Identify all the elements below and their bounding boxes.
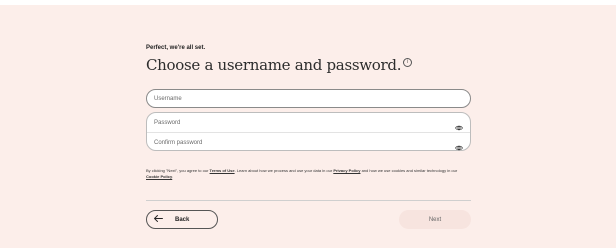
confirm-password-placeholder: Confirm password [154, 139, 203, 146]
page-title: Choose a username and password. [146, 56, 402, 74]
legal-notice: By clicking "Next", you agree to our Ter… [146, 168, 471, 180]
username-placeholder: Username [154, 95, 182, 102]
title-row: Choose a username and password. i [146, 55, 471, 75]
back-label: Back [175, 216, 190, 223]
step-eyebrow: Perfect, we're all set. [146, 45, 206, 51]
terms-of-use-link[interactable]: Terms of Use [210, 168, 235, 173]
confirm-password-field[interactable]: Confirm password [147, 133, 470, 152]
cookie-policy-link[interactable]: Cookie Policy [146, 174, 172, 179]
info-icon[interactable]: i [403, 58, 413, 67]
password-field[interactable]: Password [147, 113, 470, 132]
username-field[interactable]: Username [146, 89, 471, 108]
eye-icon[interactable] [455, 119, 463, 130]
legal-text: . Learn about how we process and use you… [234, 168, 334, 173]
password-field-group: Password Confirm password [146, 112, 471, 151]
legal-text: By clicking "Next", you agree to our [146, 168, 210, 173]
next-button[interactable]: Next [399, 210, 471, 229]
signup-step-container: Perfect, we're all set. Choose a usernam… [146, 44, 471, 229]
eye-icon[interactable] [455, 139, 463, 150]
footer-divider [146, 200, 471, 201]
arrow-left-icon [154, 215, 163, 224]
top-bar [0, 0, 616, 5]
step-navigation: Back Next [146, 210, 471, 229]
legal-text: . [172, 174, 174, 179]
next-label: Next [428, 216, 442, 223]
legal-text: and how we use cookies and similar techn… [360, 168, 458, 173]
password-placeholder: Password [154, 119, 181, 126]
back-button[interactable]: Back [146, 210, 218, 229]
privacy-policy-link[interactable]: Privacy Policy [333, 168, 360, 173]
